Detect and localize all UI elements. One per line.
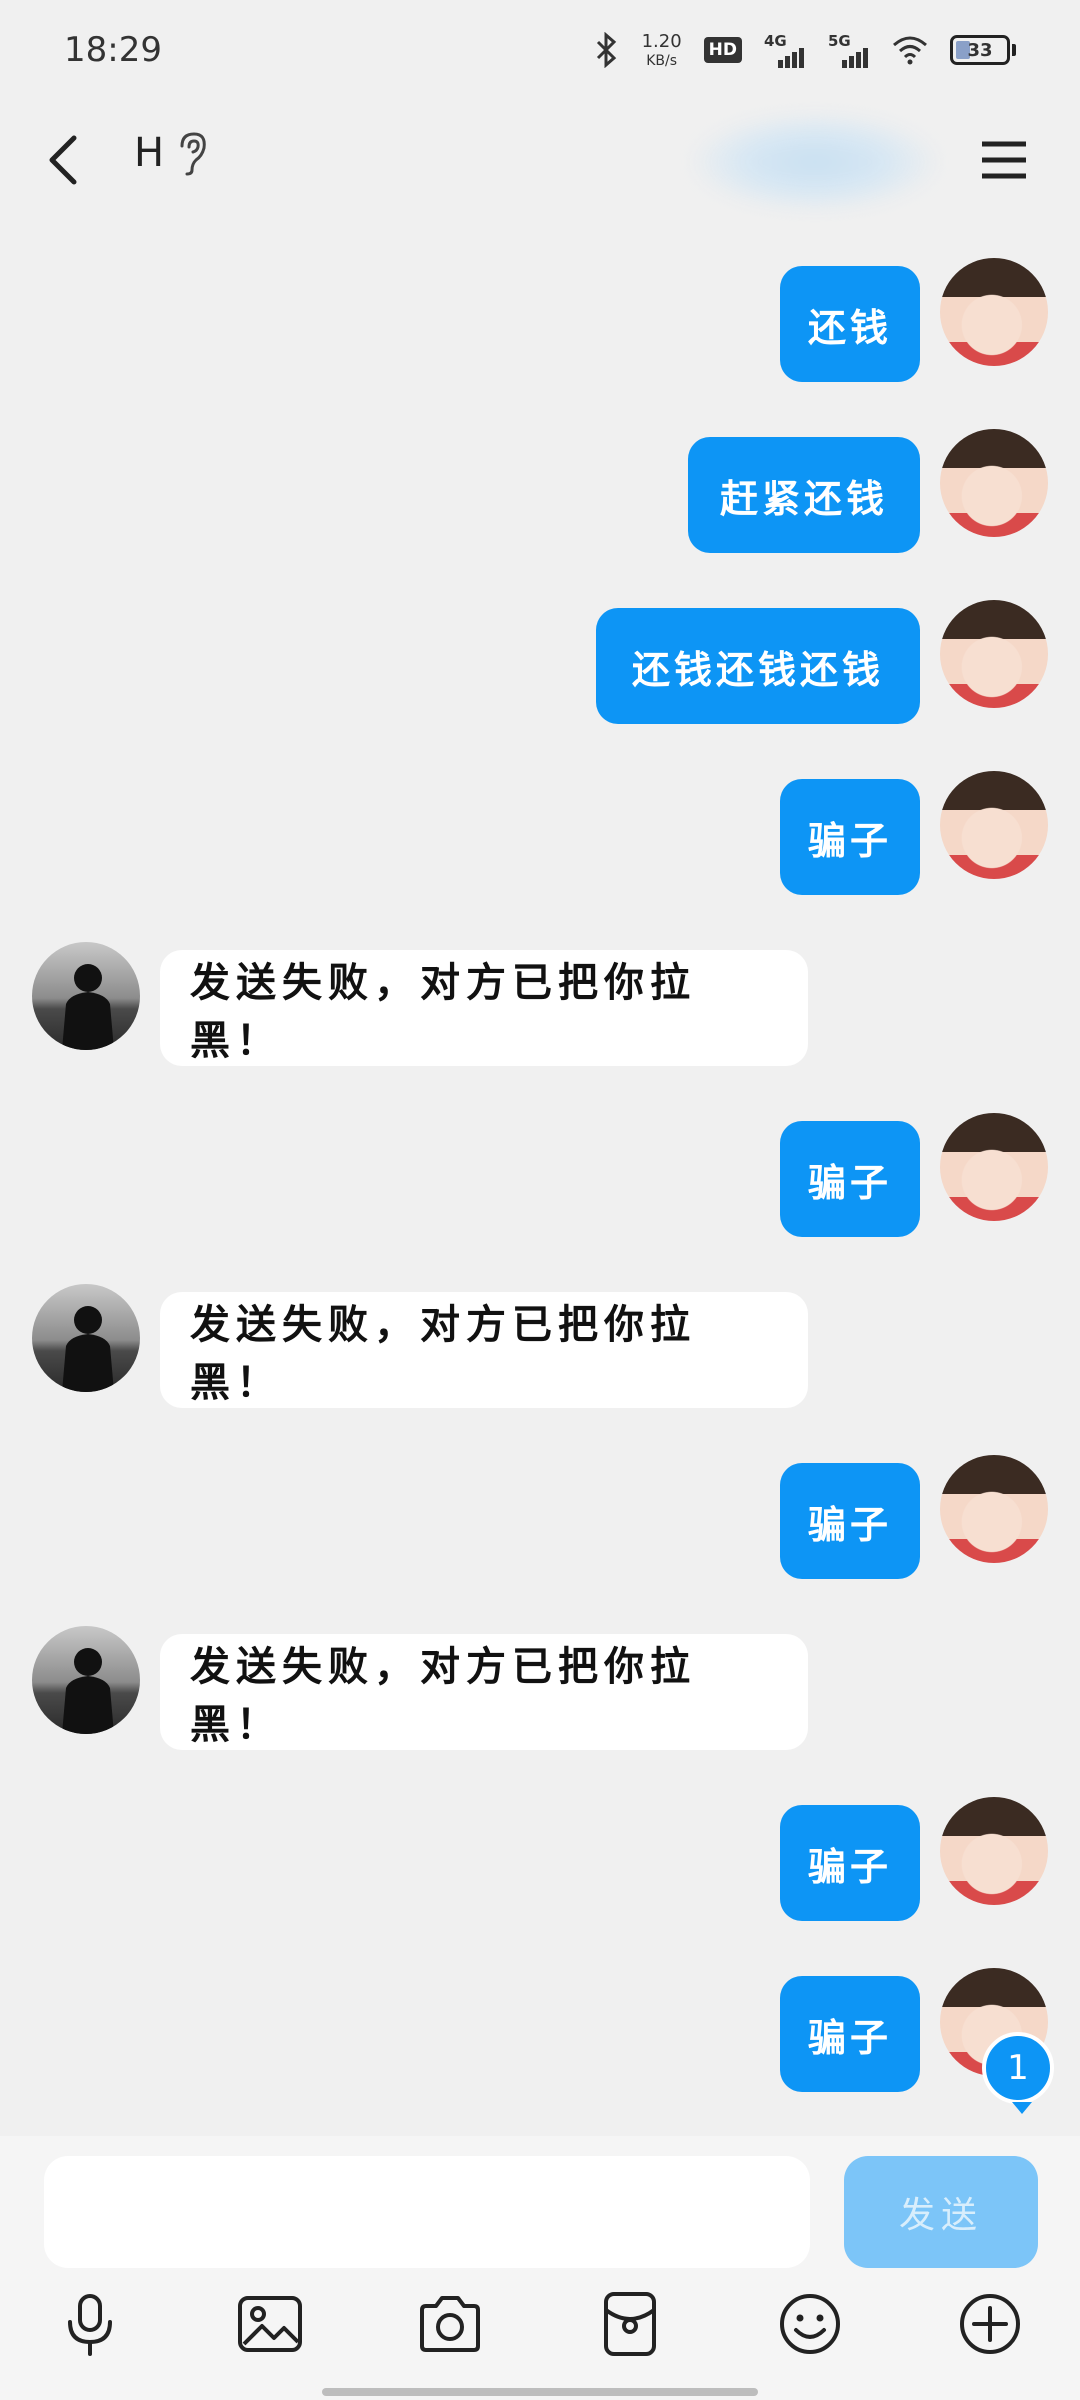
red-packet-icon[interactable] — [594, 2288, 666, 2360]
message-row-sent: 骗子 — [0, 1113, 1080, 1237]
silhouette-icon — [62, 1306, 114, 1392]
hd-badge: HD — [703, 37, 742, 63]
message-bubble-sent[interactable]: 赶紧还钱 — [688, 437, 920, 553]
signal-5g-icon: 5G — [828, 32, 870, 68]
battery-icon: 33 — [950, 35, 1016, 65]
message-row-sent: 骗子 — [0, 771, 1080, 895]
message-bubble-sent[interactable]: 还钱 — [780, 266, 920, 382]
microphone-icon[interactable] — [54, 2288, 126, 2360]
avatar-me[interactable] — [940, 258, 1048, 366]
unread-badge[interactable]: 1 — [982, 2032, 1054, 2114]
message-bubble-received[interactable]: 发送失败，对方已把你拉黑！ — [160, 1292, 808, 1408]
plus-icon[interactable] — [954, 2288, 1026, 2360]
message-row-sent: 骗子 — [0, 1797, 1080, 1921]
wifi-icon — [893, 36, 927, 65]
composer: 发送 — [0, 2136, 1080, 2400]
message-row-sent: 骗子 — [0, 1968, 1080, 2092]
avatar-me[interactable] — [940, 1113, 1048, 1221]
bluetooth-icon — [596, 32, 616, 68]
status-time: 18:29 — [64, 30, 162, 70]
message-input[interactable] — [44, 2156, 810, 2268]
net-speed: 1.20 KB/s — [641, 30, 682, 69]
silhouette-icon — [62, 964, 114, 1050]
chat-title: H — [134, 130, 165, 176]
message-row-received: 发送失败，对方已把你拉黑！ — [0, 942, 1080, 1066]
message-bubble-sent[interactable]: 骗子 — [780, 779, 920, 895]
message-row-sent: 还钱还钱还钱 — [0, 600, 1080, 724]
avatar-me[interactable] — [940, 600, 1048, 708]
menu-icon[interactable] — [976, 128, 1032, 192]
back-icon[interactable] — [36, 128, 96, 192]
avatar-me[interactable] — [940, 771, 1048, 879]
message-row-received: 发送失败，对方已把你拉黑！ — [0, 1626, 1080, 1750]
ear-icon — [180, 132, 206, 176]
message-bubble-sent[interactable]: 骗子 — [780, 1463, 920, 1579]
home-indicator[interactable] — [322, 2388, 758, 2396]
message-row-sent: 赶紧还钱 — [0, 429, 1080, 553]
message-row-sent: 骗子 — [0, 1455, 1080, 1579]
emoji-icon[interactable] — [774, 2288, 846, 2360]
message-row-received: 发送失败，对方已把你拉黑！ — [0, 1284, 1080, 1408]
message-bubble-sent[interactable]: 骗子 — [780, 1976, 920, 2092]
message-bubble-sent[interactable]: 骗子 — [780, 1121, 920, 1237]
avatar-me[interactable] — [940, 1455, 1048, 1563]
avatar-contact[interactable] — [32, 1284, 140, 1392]
message-bubble-received[interactable]: 发送失败，对方已把你拉黑！ — [160, 1634, 808, 1750]
message-bubble-sent[interactable]: 骗子 — [780, 1805, 920, 1921]
avatar-me[interactable] — [940, 1797, 1048, 1905]
chat-header: H — [0, 100, 1080, 220]
silhouette-icon — [62, 1648, 114, 1734]
camera-icon[interactable] — [414, 2288, 486, 2360]
avatar-me[interactable] — [940, 429, 1048, 537]
send-button[interactable]: 发送 — [844, 2156, 1038, 2268]
blurred-region — [690, 112, 940, 212]
status-bar: 18:29 1.20 KB/s HD 4G 5G 33 — [0, 0, 1080, 100]
avatar-contact[interactable] — [32, 1626, 140, 1734]
message-bubble-received[interactable]: 发送失败，对方已把你拉黑！ — [160, 950, 808, 1066]
message-row-sent: 还钱 — [0, 258, 1080, 382]
message-bubble-sent[interactable]: 还钱还钱还钱 — [596, 608, 920, 724]
status-icons: 1.20 KB/s HD 4G 5G 33 — [592, 32, 1016, 68]
signal-4g-icon: 4G — [764, 32, 806, 68]
image-icon[interactable] — [234, 2288, 306, 2360]
avatar-contact[interactable] — [32, 942, 140, 1050]
